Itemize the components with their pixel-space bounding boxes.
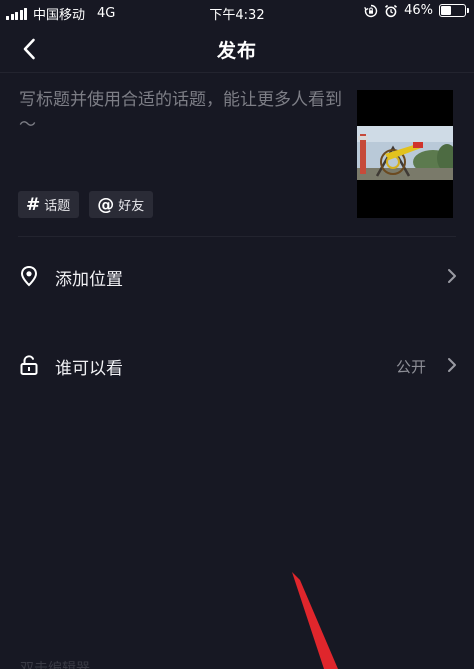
video-thumbnail[interactable]: [357, 90, 453, 218]
privacy-label: 谁可以看: [55, 359, 123, 379]
at-sign-icon: @: [97, 194, 115, 215]
status-bar: 中国移动 4G 下午4:32 46%: [0, 0, 474, 24]
location-pin-icon: [20, 265, 38, 287]
add-location-row[interactable]: 添加位置: [0, 256, 474, 296]
publish-screen: 中国移动 4G 下午4:32 46% 发布 写标题并使用合适的话题，能让更多人看…: [0, 0, 474, 669]
header-divider: [0, 72, 474, 73]
mention-friend-button[interactable]: @ 好友: [89, 191, 154, 218]
topic-tag-label: 话题: [44, 199, 71, 214]
battery-level: [441, 6, 452, 15]
unlock-icon: [20, 355, 38, 375]
bottom-text: 双击编辑器: [20, 661, 90, 669]
topic-tag-button[interactable]: # 话题: [18, 191, 80, 218]
chevron-right-icon: [448, 358, 456, 372]
orientation-lock-icon: [364, 4, 378, 17]
mention-friend-label: 好友: [118, 199, 145, 214]
privacy-row[interactable]: 谁可以看 公开: [0, 345, 474, 385]
caption-input[interactable]: 写标题并使用合适的话题，能让更多人看到～: [19, 88, 344, 138]
page-title: 发布: [216, 40, 257, 62]
chevron-right-icon: [448, 269, 456, 283]
tag-row: # 话题 @ 好友: [18, 191, 154, 218]
alarm-icon: [385, 4, 398, 17]
privacy-value: 公开: [395, 358, 426, 376]
battery-percent: 46%: [404, 3, 433, 18]
hashtag-icon: #: [26, 194, 41, 215]
add-location-label: 添加位置: [55, 270, 123, 290]
battery-icon: [439, 4, 469, 17]
section-divider: [18, 236, 456, 237]
nav-bar: 发布: [0, 26, 474, 72]
thumbnail-image: [357, 90, 453, 218]
